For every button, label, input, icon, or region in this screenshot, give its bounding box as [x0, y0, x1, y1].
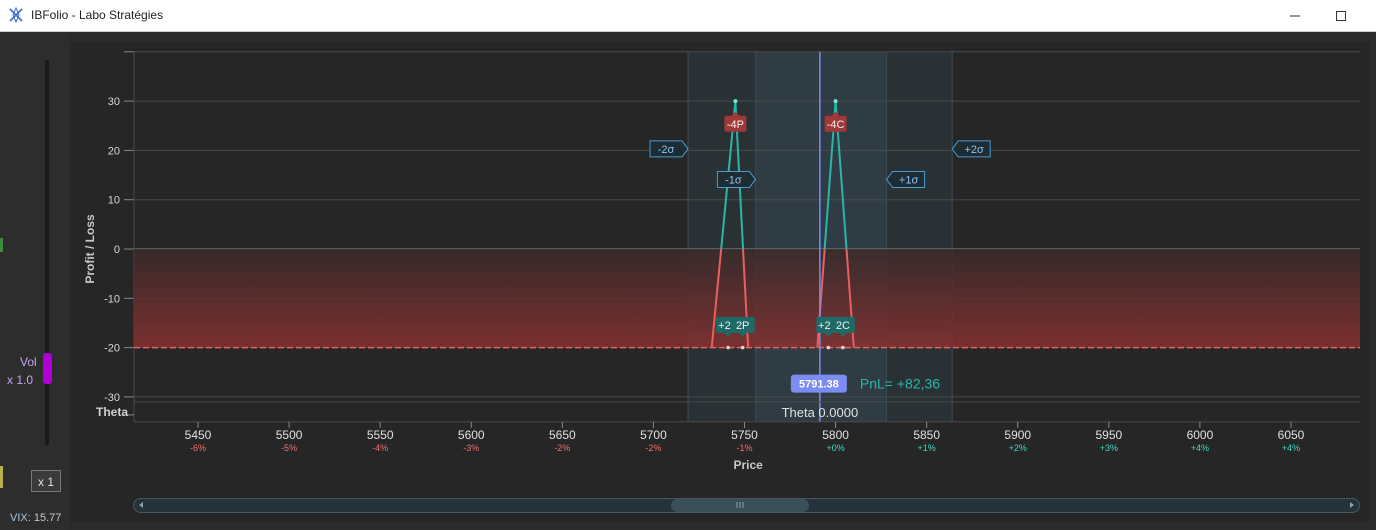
pnl-peak-dot	[733, 99, 738, 104]
x-pct-label: -2%	[645, 443, 661, 453]
x-tick-label: 5550	[367, 428, 394, 442]
pnl-value: PnL= +82,36	[860, 376, 940, 392]
scroll-left-icon[interactable]	[139, 502, 143, 508]
sigma-label: -1σ	[725, 174, 742, 186]
x-pct-label: +4%	[1191, 443, 1209, 453]
x-tick-label: 5850	[913, 428, 940, 442]
x-pct-label: -4%	[372, 443, 388, 453]
title-bar: IBFolio - Labo Stratégies	[0, 0, 1376, 32]
y-tick-label: 20	[108, 145, 120, 157]
x-pct-label: +3%	[1100, 443, 1118, 453]
current-price-label: 5791.38	[799, 379, 839, 391]
x-tick-label: 6050	[1278, 428, 1305, 442]
vix-label: VIX:	[10, 512, 31, 524]
scroll-right-icon[interactable]	[1350, 502, 1354, 508]
x-pct-label: +4%	[1282, 443, 1300, 453]
maximize-icon	[1336, 11, 1346, 21]
x-axis-label: Price	[733, 458, 763, 472]
sigma-label: -2σ	[658, 144, 675, 156]
reset-multiplier-button[interactable]: x 1	[31, 470, 61, 492]
leg-label: -4P	[727, 119, 744, 131]
pnl-chart-svg[interactable]: 30 20 10 0 -10 -20 -30 Profit / Loss -2σ -1σ +1σ +2…	[70, 42, 1370, 492]
sigma-1-band	[755, 52, 887, 422]
x-tick-label: 5450	[185, 428, 212, 442]
x-tick-label: 5500	[276, 428, 303, 442]
x-pct-label: -5%	[281, 443, 297, 453]
x-tick-label: 5700	[640, 428, 667, 442]
x-pct-label: -3%	[463, 443, 479, 453]
vol-slider-track[interactable]	[45, 60, 49, 445]
x-pct-label: +0%	[826, 443, 844, 453]
vol-multiplier: x 1.0	[7, 373, 34, 387]
x-pct-label: +2%	[1009, 443, 1027, 453]
x-tick-label: 6000	[1187, 428, 1214, 442]
y-tick-label: -20	[104, 343, 120, 355]
x-pct-label: -1%	[736, 443, 752, 453]
sigma-label: +1σ	[899, 174, 919, 186]
pnl-breakpoint-dot	[740, 345, 745, 350]
y-axis-label: Profit / Loss	[83, 214, 97, 284]
x-tick-label: 5600	[458, 428, 485, 442]
leg-label: 2C	[836, 320, 850, 332]
leg-label: -4C	[827, 119, 845, 131]
edge-indicator	[0, 466, 3, 488]
x-pct-label: -6%	[190, 443, 206, 453]
x-tick-label: 5650	[549, 428, 576, 442]
maximize-button[interactable]	[1318, 0, 1364, 31]
y-tick-label: -10	[104, 293, 120, 305]
sigma-label: +2σ	[964, 144, 984, 156]
pnl-peak-dot	[833, 99, 838, 104]
left-panel	[0, 32, 70, 530]
leg-label: 2P	[736, 320, 749, 332]
vix-readout: VIX: 15.77	[10, 512, 61, 524]
y-tick-label: 10	[108, 195, 120, 207]
vix-value: 15.77	[33, 512, 62, 524]
minimize-button[interactable]	[1272, 0, 1318, 31]
scroll-thumb[interactable]	[671, 499, 809, 512]
x-tick-label: 5950	[1095, 428, 1122, 442]
pnl-breakpoint-dot	[841, 345, 845, 350]
pnl-chart[interactable]: 30 20 10 0 -10 -20 -30 Profit / Loss -2σ -1σ +1σ +2…	[70, 42, 1370, 522]
x-tick-label: 5900	[1004, 428, 1031, 442]
grip-icon	[736, 502, 744, 508]
ibfolio-logo-icon	[9, 7, 23, 23]
y-tick-label: 30	[108, 96, 120, 108]
y-tick-label: 0	[114, 244, 120, 256]
horizontal-scrollbar[interactable]	[133, 498, 1360, 513]
x-tick-label: 5800	[822, 428, 849, 442]
theta-value: Theta 0.0000	[782, 405, 859, 420]
y-tick-label: -30	[104, 392, 120, 404]
pnl-breakpoint-dot	[826, 345, 831, 350]
vol-slider-thumb[interactable]	[43, 353, 52, 384]
x-pct-label: -2%	[554, 443, 570, 453]
x-tick-label: 5750	[731, 428, 758, 442]
pnl-breakpoint-dot	[726, 345, 730, 350]
minimize-icon	[1290, 15, 1300, 17]
window-title: IBFolio - Labo Stratégies	[31, 8, 164, 22]
edge-indicator	[0, 238, 3, 252]
vol-label: Vol	[20, 355, 37, 369]
x-pct-label: +1%	[918, 443, 936, 453]
theta-axis-label: Theta	[96, 405, 128, 419]
